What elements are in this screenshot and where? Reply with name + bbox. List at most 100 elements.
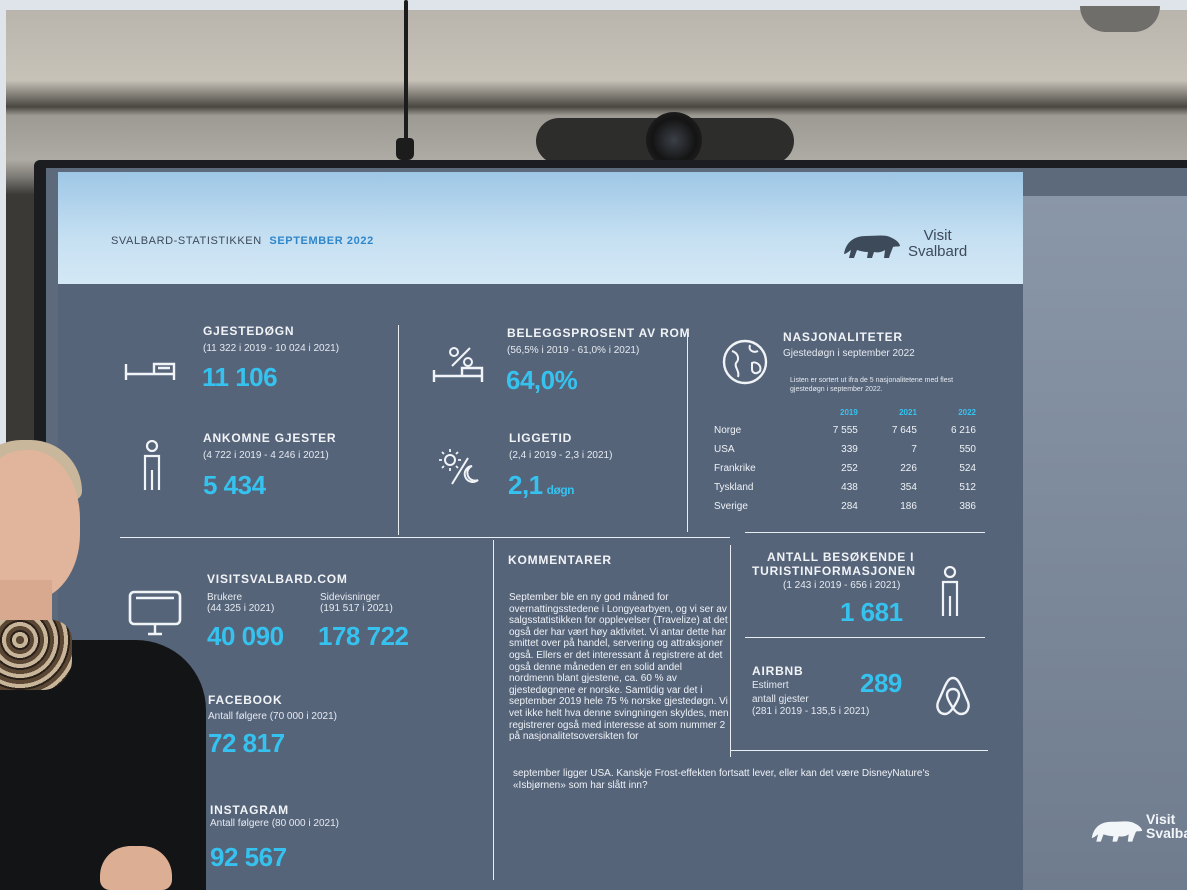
guest-nights-value: 11 106 xyxy=(202,362,278,392)
slide-period: SEPTEMBER 2022 xyxy=(269,235,374,247)
instagram-label: INSTAGRAM xyxy=(210,803,289,817)
value-2019: 252 xyxy=(841,463,858,474)
value-2019: 438 xyxy=(841,482,858,493)
web-label: VISITSVALBARD.COM xyxy=(207,572,348,586)
sun-moon-icon xyxy=(439,449,479,485)
facebook-value: 72 817 xyxy=(208,728,285,758)
web-views-sub: (191 517 i 2021) xyxy=(320,603,393,614)
divider-6 xyxy=(730,545,731,757)
country-name: Norge xyxy=(714,425,742,436)
web-users-sub: (44 325 i 2021) xyxy=(207,603,275,614)
polar-bear-icon xyxy=(1091,821,1143,842)
value-2022: 386 xyxy=(959,501,976,512)
web-views-value: 178 722 xyxy=(318,621,409,651)
side-logo-line2: Svalbard xyxy=(1146,825,1187,841)
value-2021: 7 645 xyxy=(891,425,917,436)
table-header-2022: 2022 xyxy=(958,408,976,417)
nationalities-table: 2019 2021 2022 Norge 7 555 7 645 6 216 U… xyxy=(714,408,982,516)
airbnb-value: 289 xyxy=(860,668,902,698)
value-2022: 550 xyxy=(959,444,976,455)
table-header-2021: 2021 xyxy=(899,408,917,417)
value-2022: 512 xyxy=(959,482,976,493)
visit-svalbard-logo: Visit Svalbard xyxy=(842,222,992,268)
guest-nights-label: GJESTEDØGN xyxy=(203,324,295,338)
tourist-info-value: 1 681 xyxy=(840,597,903,627)
stay-length-value: 2,1 xyxy=(508,470,543,500)
side-logo-line1: Visit xyxy=(1146,811,1176,827)
logo-line1: Visit xyxy=(923,227,952,244)
instagram-sub: Antall følgere (80 000 i 2021) xyxy=(210,818,339,829)
monitor-icon xyxy=(128,590,182,636)
comments-label: KOMMENTARER xyxy=(508,553,612,567)
presenter-hand xyxy=(100,846,172,890)
cable-plug xyxy=(396,138,414,160)
table-header-country xyxy=(714,408,805,421)
web-views-label: Sidevisninger xyxy=(320,592,381,603)
occupancy-value: 64,0% xyxy=(506,365,578,395)
tv-screen-margin xyxy=(1022,196,1187,890)
logo-text: Visit Svalbard xyxy=(908,228,967,260)
divider-4 xyxy=(493,540,494,880)
tourist-info-sub: (1 243 i 2019 - 656 i 2021) xyxy=(783,580,901,591)
globe-icon xyxy=(722,339,768,385)
airbnb-label: AIRBNB xyxy=(752,664,804,678)
table-row: Tyskland 438 354 512 xyxy=(714,478,982,497)
hanging-cable xyxy=(404,0,408,150)
value-2021: 354 xyxy=(900,482,917,493)
divider-8 xyxy=(730,750,988,751)
nationalities-label: NASJONALITETER xyxy=(783,330,903,344)
comments-tail: september ligger USA. Kanskje Frost-effe… xyxy=(513,768,930,791)
value-2019: 7 555 xyxy=(832,425,858,436)
facebook-label: FACEBOOK xyxy=(208,693,283,707)
value-2021: 186 xyxy=(900,501,917,512)
country-name: Sverige xyxy=(714,501,748,512)
tourist-info-label-2: TURISTINFORMASJONEN xyxy=(752,564,916,578)
country-name: Tyskland xyxy=(714,482,754,493)
arrivals-label: ANKOMNE GJESTER xyxy=(203,431,337,445)
logo-line2: Svalbard xyxy=(908,243,968,260)
airbnb-icon xyxy=(936,676,970,716)
airbnb-sub-2: antall gjester xyxy=(752,694,809,705)
web-users-value: 40 090 xyxy=(207,621,284,651)
value-2019: 284 xyxy=(841,501,858,512)
table-row: USA 339 7 550 xyxy=(714,440,982,459)
table-header-row: 2019 2021 2022 xyxy=(714,408,982,421)
divider-7 xyxy=(745,637,985,638)
divider-5 xyxy=(745,532,985,533)
divider-3 xyxy=(120,537,730,538)
polar-bear-icon xyxy=(844,235,900,258)
presenter-scarf xyxy=(0,620,72,690)
value-2021: 7 xyxy=(911,444,917,455)
guest-nights-sub: (11 322 i 2019 - 10 024 i 2021) xyxy=(203,343,340,354)
slide-title-text: SVALBARD-STATISTIKKEN xyxy=(111,235,262,247)
bed-icon xyxy=(124,362,176,380)
slide-title: SVALBARD-STATISTIKKEN SEPTEMBER 2022 xyxy=(111,235,374,247)
airbnb-sub-3: (281 i 2019 - 135,5 i 2021) xyxy=(752,706,870,717)
occupancy-label: BELEGGSPROSENT AV ROM xyxy=(507,326,691,340)
stay-length-unit: døgn xyxy=(546,483,575,497)
stay-length-sub: (2,4 i 2019 - 2,3 i 2021) xyxy=(509,450,613,461)
divider-2 xyxy=(687,332,688,532)
divider-1 xyxy=(398,325,399,535)
arrivals-value: 5 434 xyxy=(203,470,266,500)
side-logo-text: Visit Svalbard xyxy=(1146,812,1187,840)
airbnb-sub-1: Estimert xyxy=(752,680,789,691)
tourist-info-label-1: ANTALL BESØKENDE I xyxy=(767,550,915,564)
table-row: Frankrike 252 226 524 xyxy=(714,459,982,478)
value-2022: 6 216 xyxy=(950,425,976,436)
table-header-2019: 2019 xyxy=(840,408,858,417)
value-2022: 524 xyxy=(959,463,976,474)
table-row: Sverige 284 186 386 xyxy=(714,497,982,516)
facebook-sub: Antall følgere (70 000 i 2021) xyxy=(208,711,337,722)
person-icon xyxy=(143,440,161,490)
stay-length-label: LIGGETID xyxy=(509,431,573,445)
stay-length-value-wrap: 2,1 døgn xyxy=(508,470,574,501)
occupancy-sub: (56,5% i 2019 - 61,0% i 2021) xyxy=(507,345,640,356)
value-2021: 226 xyxy=(900,463,917,474)
bed-percent-icon xyxy=(432,347,484,382)
comments-body: September ble en ny god måned for overna… xyxy=(509,592,729,743)
instagram-value: 92 567 xyxy=(210,842,287,872)
web-users-label: Brukere xyxy=(207,592,243,603)
country-name: USA xyxy=(714,444,735,455)
person-icon xyxy=(941,566,959,616)
